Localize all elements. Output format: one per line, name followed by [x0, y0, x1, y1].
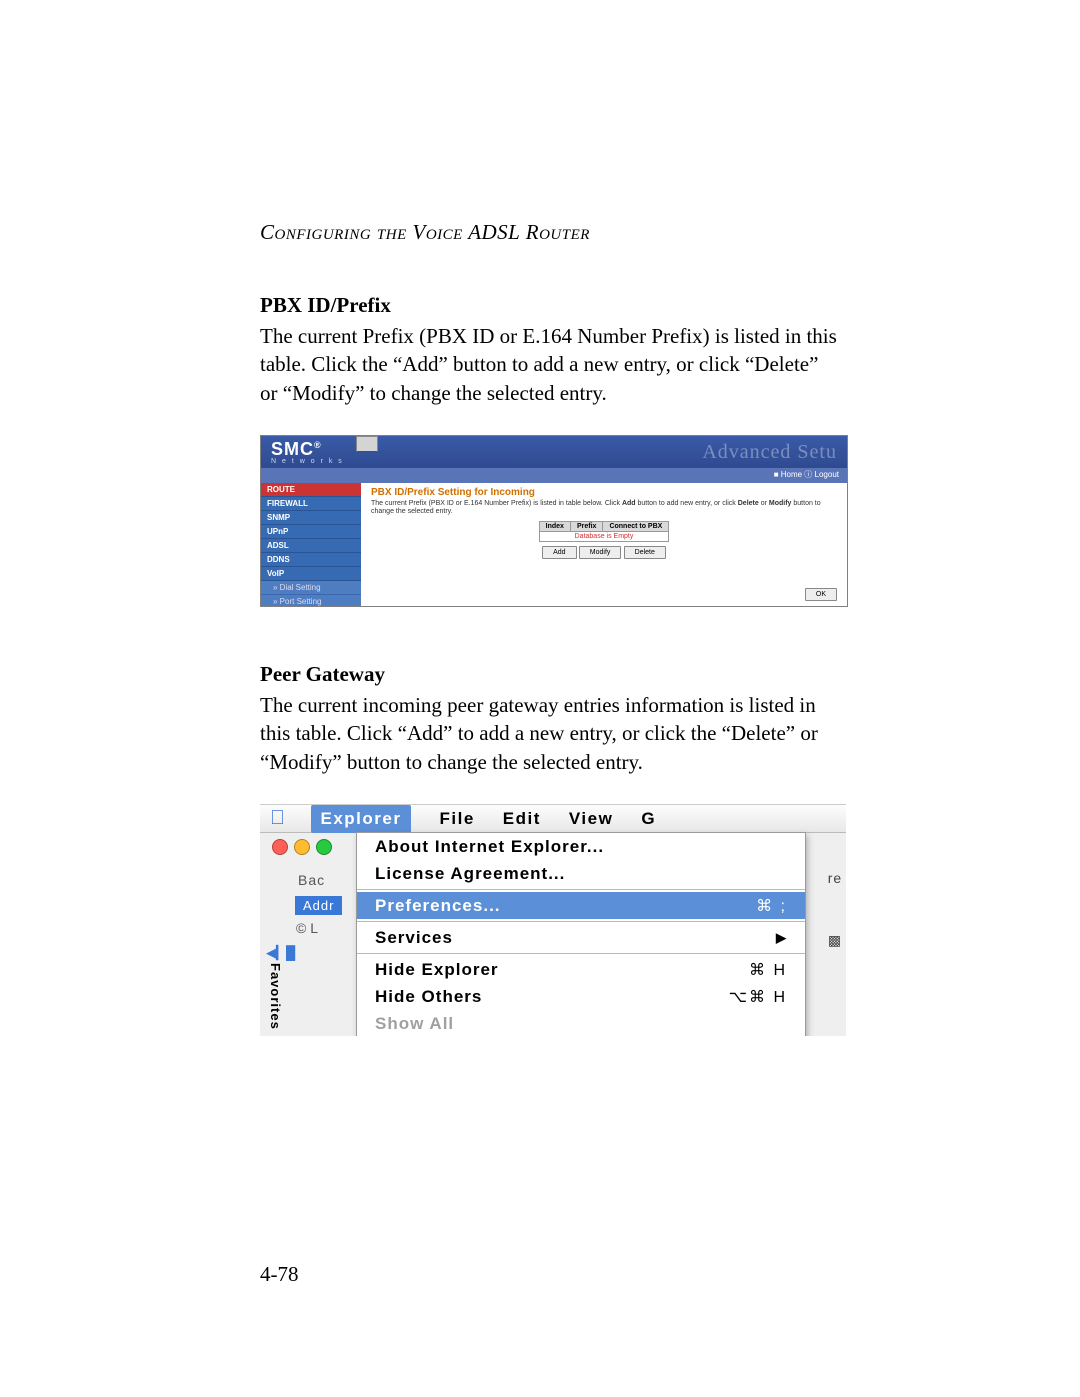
router-content: PBX ID/Prefix Setting for Incoming The c… — [361, 483, 847, 607]
menu-item[interactable]: About Internet Explorer... — [357, 833, 805, 860]
router-top-links[interactable]: ■ Home ⓘ Logout — [261, 468, 847, 483]
window-traffic-lights[interactable] — [272, 839, 332, 855]
sidebar-item[interactable]: FIREWALL — [261, 497, 361, 511]
menu-item[interactable]: Hide Others⌥⌘ H — [357, 983, 805, 1010]
content-description: The current Prefix (PBX ID or E.164 Numb… — [371, 500, 837, 515]
minimize-icon[interactable] — [294, 839, 310, 855]
table-header: Prefix — [570, 522, 602, 532]
menu-shortcut: ▶ — [776, 930, 787, 946]
menu-item: Show All — [357, 1010, 805, 1036]
app-menu-dropdown[interactable]: About Internet Explorer...License Agreem… — [356, 832, 806, 1036]
sidebar-item[interactable]: » Dial Setting — [261, 581, 361, 595]
screenshot-router-ui: SMC® N e t w o r k s Advanced Setu ■ Hom… — [260, 435, 848, 607]
ok-button[interactable]: OK — [805, 588, 837, 601]
body-paragraph-pbx: The current Prefix (PBX ID or E.164 Numb… — [260, 322, 840, 407]
sidebar-item[interactable]: ROUTE — [261, 483, 361, 497]
screenshot-mac-menu:  Explorer File Edit View G Bac Addr © L… — [260, 804, 846, 1036]
menu-item[interactable]: Hide Explorer⌘ H — [357, 956, 805, 983]
back-label-fragment: Bac — [298, 872, 325, 888]
router-advanced-title: Advanced Setu — [702, 441, 837, 464]
prefix-table: IndexPrefixConnect to PBX Database is Em… — [539, 521, 670, 542]
close-icon[interactable] — [272, 839, 288, 855]
sidebar-item[interactable]: VoIP — [261, 567, 361, 581]
modify-button[interactable]: Modify — [579, 546, 622, 559]
menu-item[interactable]: Preferences...⌘ ; — [357, 892, 805, 919]
menu-separator — [357, 953, 805, 954]
table-header-row: IndexPrefixConnect to PBX — [539, 522, 669, 532]
scrollbar-handle[interactable] — [356, 436, 378, 452]
body-paragraph-peer: The current incoming peer gateway entrie… — [260, 691, 840, 776]
zoom-icon[interactable] — [316, 839, 332, 855]
menubar-item[interactable]: File — [439, 809, 474, 829]
menu-shortcut: ⌥⌘ H — [729, 987, 787, 1007]
table-header: Index — [539, 522, 570, 532]
document-page: Configuring the Voice ADSL Router PBX ID… — [0, 0, 1080, 1397]
menu-shortcut: ⌘ H — [749, 960, 787, 980]
table-row: Database is Empty — [539, 532, 669, 542]
address-label-fragment: Addr — [295, 896, 342, 915]
router-logo: SMC® N e t w o r k s — [271, 439, 344, 465]
button-row: Add Modify Delete — [371, 546, 837, 559]
apple-menu-icon[interactable]:  — [270, 807, 287, 830]
sidebar-item[interactable]: ADSL — [261, 539, 361, 553]
menu-item[interactable]: Services▶ — [357, 924, 805, 951]
tab-arrow-icon[interactable]: ◀▎█ — [266, 945, 295, 961]
page-number: 4-78 — [260, 1262, 299, 1287]
menu-separator — [357, 921, 805, 922]
menu-item[interactable]: License Agreement... — [357, 860, 805, 887]
menubar-app[interactable]: Explorer — [311, 805, 412, 833]
at-label-fragment: © L — [296, 920, 318, 936]
content-title: PBX ID/Prefix Setting for Incoming — [371, 487, 837, 498]
sidebar-item[interactable]: » Port Setting — [261, 595, 361, 607]
menu-shortcut: ⌘ ; — [756, 896, 787, 916]
section-heading-pbx: PBX ID/Prefix — [260, 293, 840, 318]
sidebar-item[interactable]: UPnP — [261, 525, 361, 539]
sidebar-item[interactable]: SNMP — [261, 511, 361, 525]
right-edge-fragments: re ▩ — [826, 863, 844, 955]
running-header: Configuring the Voice ADSL Router — [260, 220, 840, 245]
delete-button[interactable]: Delete — [624, 546, 666, 559]
router-sidebar[interactable]: ROUTEFIREWALLSNMPUPnPADSLDDNSVoIP» Dial … — [261, 483, 361, 607]
menu-separator — [357, 889, 805, 890]
section-heading-peer: Peer Gateway — [260, 662, 840, 687]
mac-menubar[interactable]:  Explorer File Edit View G — [260, 805, 846, 833]
menubar-item[interactable]: G — [641, 809, 656, 829]
sidebar-item[interactable]: DDNS — [261, 553, 361, 567]
favorites-tab[interactable]: Favorites — [268, 963, 283, 1030]
add-button[interactable]: Add — [542, 546, 576, 559]
table-header: Connect to PBX — [603, 522, 669, 532]
router-banner: SMC® N e t w o r k s Advanced Setu — [261, 436, 847, 468]
menubar-item[interactable]: View — [569, 809, 613, 829]
menubar-item[interactable]: Edit — [503, 809, 541, 829]
